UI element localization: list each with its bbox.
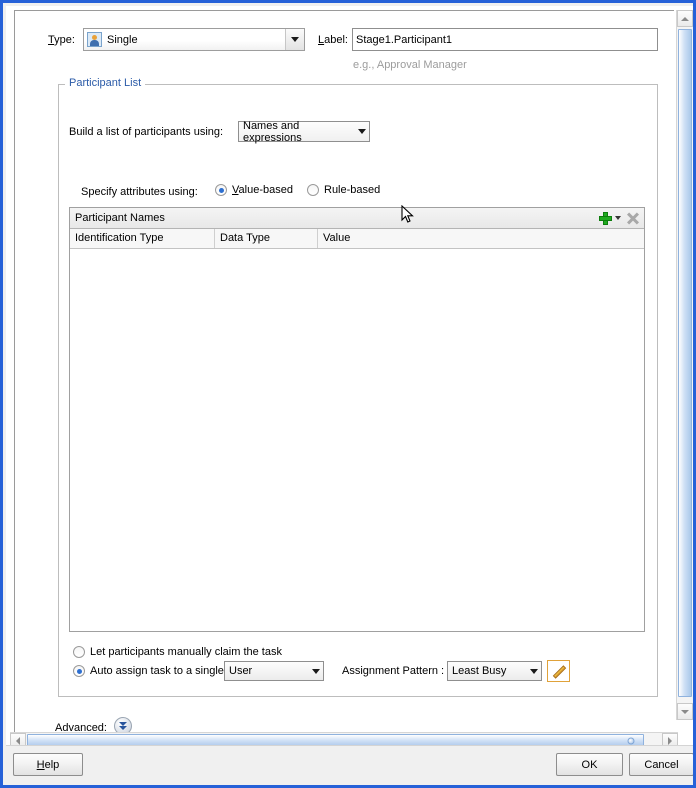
- double-chevron-down-icon: [118, 721, 128, 731]
- participant-names-toolbar: Participant Names: [70, 208, 644, 229]
- radio-dot-icon: [307, 184, 319, 196]
- radio-dot-icon: [73, 665, 85, 677]
- add-participant-caret-down-icon[interactable]: [615, 216, 621, 220]
- arrow-down-icon: [681, 709, 689, 714]
- radio-dot-icon: [73, 646, 85, 658]
- assignment-pattern-label: Assignment Pattern :: [342, 665, 445, 677]
- dialog-content-viewport: Type: Single Label: e.g., Approval Manag…: [14, 10, 674, 737]
- radio-rule-based-label: Rule-based: [324, 184, 381, 196]
- dialog-scroll-pane: Type: Single Label: e.g., Approval Manag…: [6, 6, 693, 751]
- scroll-down-button[interactable]: [677, 703, 693, 720]
- vertical-scrollbar[interactable]: [676, 10, 693, 720]
- cancel-button[interactable]: Cancel: [629, 753, 693, 776]
- radio-value-based[interactable]: Value-based: [215, 184, 293, 196]
- ok-button[interactable]: OK: [556, 753, 623, 776]
- radio-manual-claim[interactable]: Let participants manually claim the task: [73, 646, 282, 658]
- build-list-arrow-icon: [355, 129, 369, 134]
- help-button[interactable]: Help: [13, 753, 83, 776]
- participant-table-body[interactable]: [70, 249, 644, 630]
- type-dropdown-arrow[interactable]: [285, 29, 304, 50]
- participant-list-legend: Participant List: [65, 77, 146, 89]
- label-input[interactable]: [352, 28, 658, 51]
- auto-assign-target-value: User: [229, 665, 253, 677]
- participant-names-title: Participant Names: [75, 212, 165, 224]
- column-header-data-type[interactable]: Data Type: [215, 229, 318, 248]
- radio-manual-claim-label: Let participants manually claim the task: [90, 646, 282, 658]
- build-list-dropdown[interactable]: Names and expressions: [238, 119, 370, 144]
- assignment-pattern-arrow-icon: [527, 668, 541, 674]
- column-header-identification-type[interactable]: Identification Type: [70, 229, 215, 248]
- auto-assign-target-arrow-icon: [309, 668, 323, 674]
- specify-attributes-label: Specify attributes using:: [81, 186, 198, 198]
- radio-rule-based[interactable]: Rule-based: [307, 184, 380, 196]
- single-user-icon: [87, 32, 102, 47]
- assignment-pattern-value: Least Busy: [452, 665, 507, 677]
- delete-participant-icon[interactable]: [626, 212, 639, 225]
- participant-table-header: Identification Type Data Type Value: [70, 229, 644, 249]
- radio-value-based-label: Value-based: [232, 184, 293, 196]
- radio-dot-icon: [215, 184, 227, 196]
- assignment-pattern-dropdown[interactable]: Least Busy: [447, 661, 542, 681]
- dialog-button-bar: Help OK Cancel: [6, 745, 693, 782]
- radio-auto-assign-label: Auto assign task to a single: [90, 665, 224, 677]
- radio-auto-assign[interactable]: Auto assign task to a single: [73, 665, 224, 677]
- label-hint-text: e.g., Approval Manager: [353, 59, 467, 71]
- vertical-scroll-thumb[interactable]: [678, 29, 692, 697]
- auto-assign-target-dropdown[interactable]: User: [224, 661, 324, 681]
- type-dropdown-value: Single: [107, 33, 138, 46]
- scroll-up-button[interactable]: [677, 10, 693, 27]
- type-label: Type:: [48, 34, 75, 46]
- arrow-left-icon: [16, 736, 20, 745]
- type-dropdown[interactable]: Single: [83, 28, 305, 51]
- arrow-right-icon: [668, 736, 672, 745]
- column-header-value[interactable]: Value: [318, 229, 644, 248]
- type-row: Type: Single Label: e.g., Approval Manag…: [15, 11, 674, 71]
- label-label: Label:: [318, 34, 348, 46]
- build-list-label: Build a list of participants using:: [69, 126, 224, 138]
- build-list-value: Names and expressions: [243, 119, 302, 144]
- add-participant-icon[interactable]: [599, 211, 612, 225]
- participant-names-table: Participant Names Identification Type Da…: [69, 207, 645, 632]
- arrow-up-icon: [681, 16, 689, 21]
- pencil-icon: [551, 664, 567, 679]
- edit-assignment-pattern-button[interactable]: [547, 660, 570, 682]
- scroll-grip-icon: [627, 737, 634, 744]
- participant-editor-dialog: Type: Single Label: e.g., Approval Manag…: [0, 0, 696, 788]
